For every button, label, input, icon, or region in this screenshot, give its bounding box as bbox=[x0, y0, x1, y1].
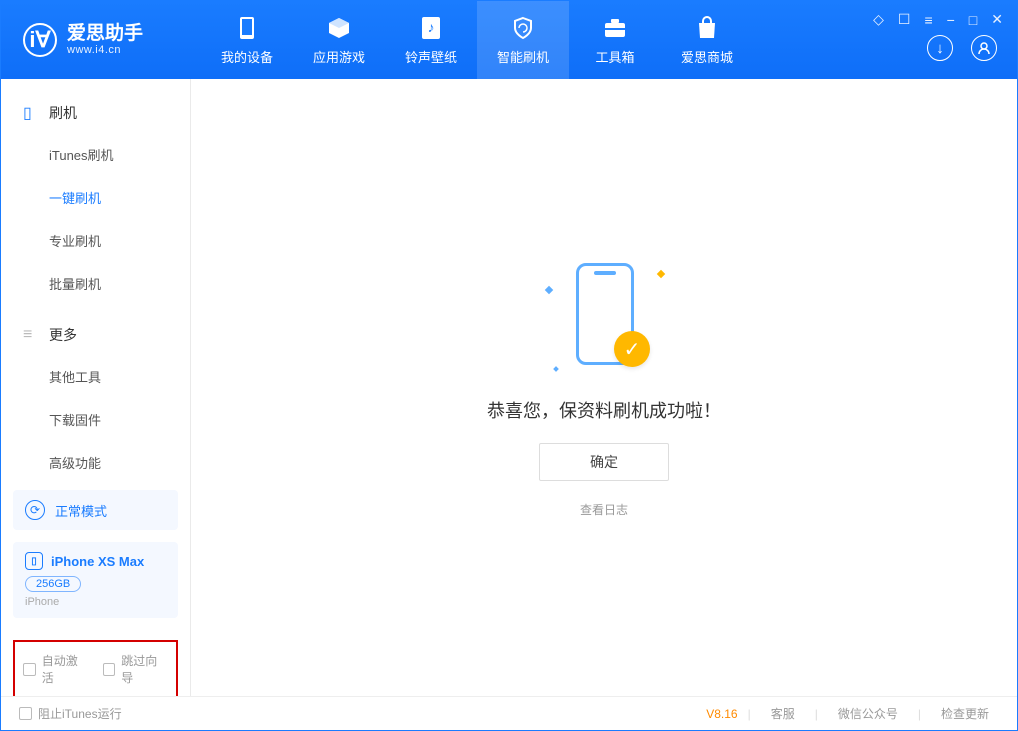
menu-icon[interactable]: ≡ bbox=[924, 12, 932, 28]
feedback-icon[interactable]: ☐ bbox=[898, 11, 911, 28]
sidebar-item-itunes-flash[interactable]: iTunes刷机 bbox=[1, 133, 190, 176]
footer: 阻止iTunes运行 V8.16 | 客服 | 微信公众号 | 检查更新 bbox=[1, 696, 1017, 730]
window-controls: ◇ ☐ ≡ − □ ✕ bbox=[873, 11, 1003, 28]
checkbox-icon bbox=[23, 663, 36, 676]
tab-my-device[interactable]: 我的设备 bbox=[201, 1, 293, 79]
phone-icon bbox=[234, 15, 260, 41]
view-log-link[interactable]: 查看日志 bbox=[580, 501, 628, 518]
download-icon[interactable]: ↓ bbox=[927, 35, 953, 61]
device-storage: 256GB bbox=[25, 576, 81, 592]
link-customer-service[interactable]: 客服 bbox=[761, 705, 805, 722]
version-label: V8.16 bbox=[706, 707, 737, 721]
tab-ring-wallpaper[interactable]: ♪ 铃声壁纸 bbox=[385, 1, 477, 79]
skin-icon[interactable]: ◇ bbox=[873, 11, 884, 28]
header-right: ↓ bbox=[927, 35, 997, 61]
logo: iⱯ 爱思助手 www.i4.cn bbox=[1, 23, 201, 57]
tab-apps-games[interactable]: 应用游戏 bbox=[293, 1, 385, 79]
close-icon[interactable]: ✕ bbox=[991, 11, 1003, 28]
confirm-button[interactable]: 确定 bbox=[539, 443, 669, 481]
sidebar-section-more: ≡ 更多 bbox=[1, 319, 190, 355]
tab-smart-flash[interactable]: 智能刷机 bbox=[477, 1, 569, 79]
highlighted-options: 自动激活 跳过向导 bbox=[13, 640, 178, 698]
chk-auto-activate[interactable]: 自动激活 bbox=[23, 652, 89, 686]
user-icon[interactable] bbox=[971, 35, 997, 61]
link-check-update[interactable]: 检查更新 bbox=[931, 705, 999, 722]
chk-block-itunes[interactable]: 阻止iTunes运行 bbox=[19, 705, 122, 722]
device-icon: ▯ bbox=[23, 103, 39, 123]
sidebar-item-advanced[interactable]: 高级功能 bbox=[1, 441, 190, 484]
app-subtitle: www.i4.cn bbox=[67, 44, 143, 56]
device-name: iPhone XS Max bbox=[51, 554, 144, 569]
main-content: ✓ 恭喜您，保资料刷机成功啦！ 确定 查看日志 bbox=[191, 79, 1017, 696]
link-wechat[interactable]: 微信公众号 bbox=[828, 705, 908, 722]
device-type: iPhone bbox=[25, 596, 166, 608]
sidebar-item-download-fw[interactable]: 下载固件 bbox=[1, 398, 190, 441]
svg-text:♪: ♪ bbox=[428, 19, 435, 35]
tab-store[interactable]: 爱思商城 bbox=[661, 1, 753, 79]
sidebar-item-pro-flash[interactable]: 专业刷机 bbox=[1, 219, 190, 262]
header: iⱯ 爱思助手 www.i4.cn 我的设备 应用游戏 ♪ 铃声壁纸 智能刷机 … bbox=[1, 1, 1017, 79]
success-message: 恭喜您，保资料刷机成功啦！ bbox=[487, 397, 721, 423]
mode-card[interactable]: ⟳ 正常模式 bbox=[13, 490, 178, 530]
nav-tabs: 我的设备 应用游戏 ♪ 铃声壁纸 智能刷机 工具箱 爱思商城 bbox=[201, 1, 753, 79]
success-illustration: ✓ bbox=[544, 257, 664, 377]
logo-icon: iⱯ bbox=[23, 23, 57, 57]
list-icon: ≡ bbox=[23, 326, 39, 344]
mode-icon: ⟳ bbox=[25, 500, 45, 520]
shopping-bag-icon bbox=[694, 15, 720, 41]
sidebar-item-other-tools[interactable]: 其他工具 bbox=[1, 355, 190, 398]
maximize-icon[interactable]: □ bbox=[969, 12, 977, 28]
app-title: 爱思助手 bbox=[67, 24, 143, 45]
minimize-icon[interactable]: − bbox=[947, 12, 955, 28]
mode-label: 正常模式 bbox=[55, 501, 107, 520]
checkbox-icon bbox=[103, 663, 116, 676]
shield-refresh-icon bbox=[510, 15, 536, 41]
tab-toolbox[interactable]: 工具箱 bbox=[569, 1, 661, 79]
sidebar: ▯ 刷机 iTunes刷机 一键刷机 专业刷机 批量刷机 ≡ 更多 其他工具 下… bbox=[1, 79, 191, 696]
checkbox-icon bbox=[19, 707, 32, 720]
sidebar-item-batch-flash[interactable]: 批量刷机 bbox=[1, 262, 190, 305]
check-badge-icon: ✓ bbox=[614, 331, 650, 367]
music-file-icon: ♪ bbox=[418, 15, 444, 41]
chk-skip-guide[interactable]: 跳过向导 bbox=[103, 652, 169, 686]
device-card[interactable]: ▯ iPhone XS Max 256GB iPhone bbox=[13, 542, 178, 618]
sidebar-section-flash: ▯ 刷机 bbox=[1, 97, 190, 133]
sidebar-item-oneclick-flash[interactable]: 一键刷机 bbox=[1, 176, 190, 219]
cube-icon bbox=[326, 15, 352, 41]
device-mini-icon: ▯ bbox=[25, 552, 43, 570]
briefcase-icon bbox=[602, 15, 628, 41]
